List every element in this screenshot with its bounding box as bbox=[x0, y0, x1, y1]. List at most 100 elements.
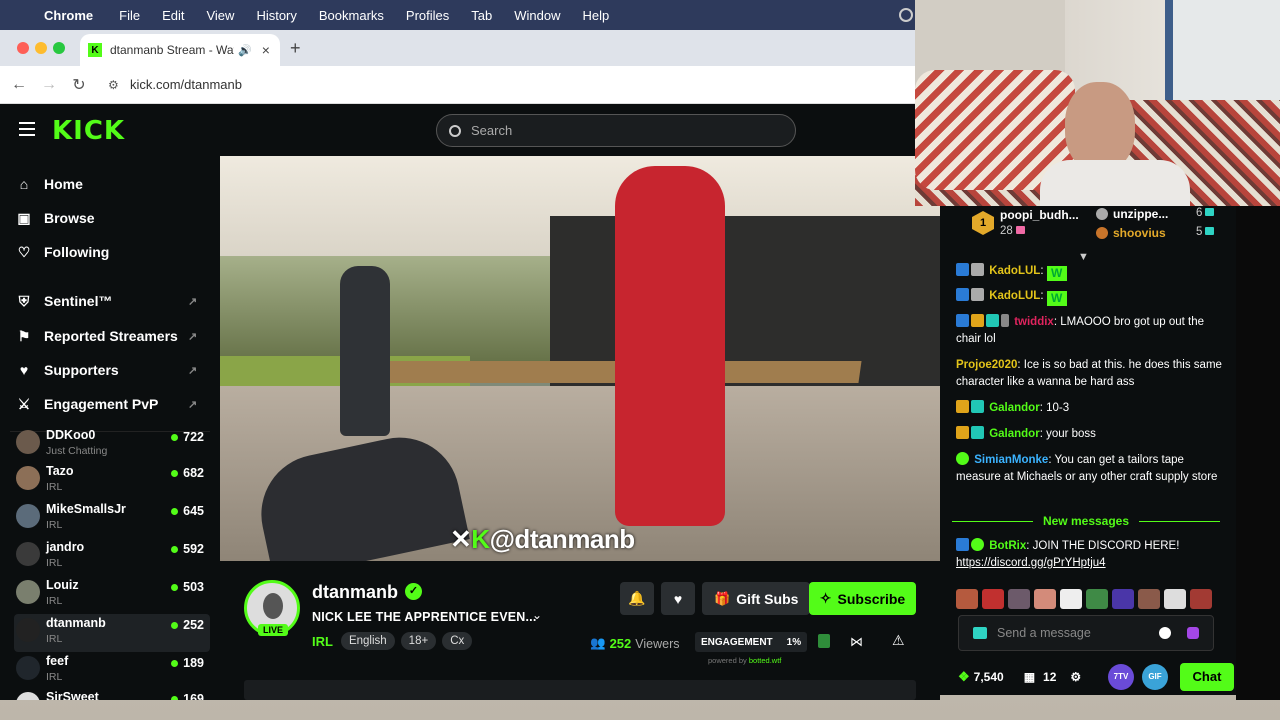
channel-item[interactable]: SirSweet 169 bbox=[14, 688, 210, 700]
points-value[interactable]: 7,540 bbox=[974, 670, 1004, 684]
video-player[interactable]: ✕K@dtanmanb bbox=[220, 156, 940, 561]
star-icon: ✧ bbox=[819, 590, 832, 606]
gifter-name[interactable]: unzippe... bbox=[1113, 207, 1168, 221]
sub-count[interactable]: 12 bbox=[1043, 670, 1056, 684]
menu-file[interactable]: File bbox=[119, 8, 152, 23]
kick-logo[interactable]: KICK bbox=[52, 116, 125, 146]
menu-history[interactable]: History bbox=[256, 8, 308, 23]
channel-item[interactable]: feef IRL 189 bbox=[14, 652, 210, 690]
menu-hamburger-icon[interactable] bbox=[19, 122, 35, 140]
emote-icon[interactable] bbox=[1190, 589, 1212, 609]
menu-app-name[interactable]: Chrome bbox=[44, 8, 105, 23]
menu-tab[interactable]: Tab bbox=[471, 8, 504, 23]
chat-username[interactable]: KadoLUL bbox=[989, 290, 1040, 302]
channel-name: SirSweet bbox=[46, 690, 99, 700]
chat-username[interactable]: Projoe2020 bbox=[956, 359, 1017, 371]
back-icon[interactable]: ← bbox=[4, 76, 34, 94]
menu-view[interactable]: View bbox=[206, 8, 246, 23]
subscribe-button[interactable]: ✧ Subscribe bbox=[809, 582, 916, 615]
close-window-button[interactable] bbox=[17, 42, 29, 54]
report-warning-icon[interactable]: ⚠ bbox=[892, 632, 905, 649]
emote-icon[interactable] bbox=[1086, 589, 1108, 609]
avatar bbox=[16, 504, 40, 528]
sidebar-item-engagement-pvp[interactable]: ⚔ Engagement PvP ↗ bbox=[16, 396, 198, 413]
7tv-button[interactable]: 7TV bbox=[1108, 664, 1134, 690]
share-icon[interactable]: ⋈ bbox=[850, 634, 863, 650]
chart-icon[interactable] bbox=[818, 634, 830, 648]
sidebar-item-browse[interactable]: ▣ Browse bbox=[16, 210, 94, 227]
badge-icon bbox=[971, 538, 984, 551]
search-placeholder: Search bbox=[471, 123, 513, 138]
gift-count: 28 bbox=[1000, 225, 1013, 237]
emote-icon[interactable] bbox=[1034, 589, 1056, 609]
sidebar-item-supporters[interactable]: ♥ Supporters ↗ bbox=[16, 362, 197, 378]
close-tab-icon[interactable]: × bbox=[262, 42, 270, 58]
browser-tab[interactable]: K dtanmanb Stream - Watc 🔊 × bbox=[80, 34, 280, 66]
zoom-window-button[interactable] bbox=[53, 42, 65, 54]
streamer-name[interactable]: dtanmanb bbox=[312, 582, 398, 603]
status-icon[interactable] bbox=[899, 8, 913, 22]
gifter-name[interactable]: shoovius bbox=[1113, 226, 1166, 240]
emoji-icon[interactable] bbox=[1159, 627, 1171, 639]
channel-name: Tazo bbox=[46, 464, 74, 478]
channel-item[interactable]: Tazo IRL 682 bbox=[14, 462, 210, 500]
chat-username[interactable]: Galandor bbox=[989, 428, 1039, 440]
new-tab-button[interactable]: + bbox=[290, 38, 301, 59]
reload-icon[interactable]: ↻ bbox=[64, 75, 94, 95]
channel-item[interactable]: jandro IRL 592 bbox=[14, 538, 210, 576]
chat-username[interactable]: KadoLUL bbox=[989, 265, 1040, 277]
stream-category[interactable]: IRL bbox=[312, 634, 333, 649]
channel-item[interactable]: Louiz IRL 503 bbox=[14, 576, 210, 614]
verified-icon: ✓ bbox=[405, 583, 422, 600]
collapse-icon[interactable]: ▼ bbox=[1078, 251, 1089, 263]
site-settings-icon[interactable]: ⚙ bbox=[108, 78, 130, 92]
settings-gear-icon[interactable]: ⚙ bbox=[1070, 670, 1081, 684]
tag-chip[interactable]: English bbox=[340, 632, 395, 650]
emote-icon[interactable] bbox=[1164, 589, 1186, 609]
channel-category: IRL bbox=[46, 671, 63, 683]
menu-help[interactable]: Help bbox=[583, 8, 622, 23]
chat-username[interactable]: Galandor bbox=[989, 402, 1039, 414]
gifter-name[interactable]: poopi_budh... bbox=[1000, 208, 1079, 222]
emote-icon[interactable] bbox=[1060, 589, 1082, 609]
chat-send-button[interactable]: Chat bbox=[1180, 663, 1234, 691]
url-field[interactable]: ⚙ kick.com/dtanmanb bbox=[102, 69, 902, 100]
sidebar-item-reported-streamers[interactable]: ⚑ Reported Streamers ↗ bbox=[16, 328, 198, 345]
chat-username[interactable]: SimianMonke bbox=[974, 454, 1048, 466]
follow-button[interactable]: ♥ bbox=[661, 582, 695, 615]
chat-username[interactable]: twiddix bbox=[1014, 316, 1054, 328]
sidebar-item-following[interactable]: ♡ Following bbox=[16, 244, 110, 261]
forward-icon[interactable]: → bbox=[34, 76, 64, 94]
gift-subs-button[interactable]: 🎁 Gift Subs bbox=[702, 582, 811, 615]
menu-edit[interactable]: Edit bbox=[162, 8, 196, 23]
channel-item-selected[interactable]: dtanmanb IRL 252 bbox=[14, 614, 210, 652]
menu-profiles[interactable]: Profiles bbox=[406, 8, 461, 23]
discord-link[interactable]: https://discord.gg/gPrYHptju4 bbox=[956, 557, 1106, 569]
powered-brand[interactable]: botted.wtf bbox=[749, 656, 782, 665]
chat-message-input[interactable]: Send a message bbox=[958, 615, 1214, 651]
minimize-window-button[interactable] bbox=[35, 42, 47, 54]
sidebar-item-home[interactable]: ⌂ Home bbox=[16, 176, 83, 192]
badge-icon bbox=[971, 263, 984, 276]
emote-icon[interactable] bbox=[956, 589, 978, 609]
notification-bell-button[interactable]: 🔔 bbox=[620, 582, 654, 615]
chat-username[interactable]: BotRix bbox=[989, 540, 1026, 552]
emote-icon[interactable] bbox=[1008, 589, 1030, 609]
kick-emotes-icon[interactable] bbox=[1187, 627, 1199, 639]
search-input[interactable]: Search bbox=[436, 114, 796, 147]
menu-bookmarks[interactable]: Bookmarks bbox=[319, 8, 396, 23]
chevron-down-icon[interactable]: ⌄ bbox=[532, 608, 542, 622]
tag-chip[interactable]: 18+ bbox=[400, 632, 437, 650]
sidebar-item-sentinel[interactable]: ⛨ Sentinel™ ↗ bbox=[16, 293, 197, 310]
new-messages-divider[interactable]: New messages bbox=[952, 514, 1220, 528]
emote-icon[interactable] bbox=[982, 589, 1004, 609]
menu-window[interactable]: Window bbox=[514, 8, 572, 23]
emote-picker-icon[interactable] bbox=[973, 627, 987, 639]
channel-item[interactable]: MikeSmallsJr IRL 645 bbox=[14, 500, 210, 538]
emote-icon[interactable] bbox=[1138, 589, 1160, 609]
gif-button[interactable]: GIF bbox=[1142, 664, 1168, 690]
channel-item[interactable]: DDKoo0 Just Chatting 722 bbox=[14, 426, 210, 464]
tag-chip[interactable]: Cx bbox=[442, 632, 473, 650]
speaker-icon[interactable]: 🔊 bbox=[238, 44, 252, 57]
emote-icon[interactable] bbox=[1112, 589, 1134, 609]
